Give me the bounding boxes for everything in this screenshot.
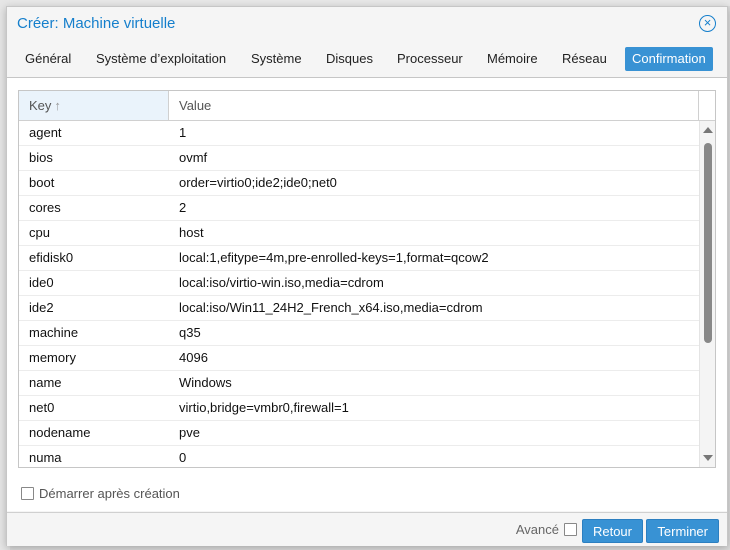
advanced-checkbox[interactable]: Avancé bbox=[516, 522, 577, 537]
finish-button[interactable]: Terminer bbox=[646, 519, 719, 543]
table-row[interactable]: nodename pve bbox=[19, 421, 699, 446]
row-key: machine bbox=[29, 325, 79, 340]
sort-ascending-icon: ↑ bbox=[54, 98, 61, 113]
table-row[interactable]: bios ovmf bbox=[19, 146, 699, 171]
row-key: net0 bbox=[29, 400, 55, 415]
tab-network[interactable]: Réseau bbox=[555, 47, 614, 71]
row-key: bios bbox=[29, 150, 53, 165]
tab-confirmation[interactable]: Confirmation bbox=[625, 47, 713, 71]
row-key: memory bbox=[29, 350, 76, 365]
row-key: efidisk0 bbox=[29, 250, 74, 265]
dialog-footer: Avancé Retour Terminer bbox=[7, 512, 727, 546]
row-value: 0 bbox=[179, 450, 187, 465]
tab-os[interactable]: Système d’exploitation bbox=[89, 47, 233, 71]
row-value: q35 bbox=[179, 325, 201, 340]
row-value: order=virtio0;ide2;ide0;net0 bbox=[179, 175, 337, 190]
table-row[interactable]: ide2 local:iso/Win11_24H2_French_x64.iso,… bbox=[19, 296, 699, 321]
checkbox-icon[interactable] bbox=[564, 523, 577, 536]
dialog-titlebar: Créer: Machine virtuelle × bbox=[7, 7, 727, 41]
row-value: virtio,bridge=vmbr0,firewall=1 bbox=[179, 400, 349, 415]
row-value: local:1,efitype=4m,pre-enrolled-keys=1,f… bbox=[179, 250, 489, 265]
table-row[interactable]: boot order=virtio0;ide2;ide0;net0 bbox=[19, 171, 699, 196]
row-value: 4096 bbox=[179, 350, 208, 365]
tab-memory[interactable]: Mémoire bbox=[480, 47, 545, 71]
start-after-create-label: Démarrer après création bbox=[39, 486, 180, 501]
row-key: cpu bbox=[29, 225, 50, 240]
table-row[interactable]: ide0 local:iso/virtio-win.iso,media=cdrom bbox=[19, 271, 699, 296]
grid-scrollbar[interactable] bbox=[699, 121, 715, 467]
checkbox-icon[interactable] bbox=[21, 487, 34, 500]
start-after-create-checkbox[interactable]: Démarrer après création bbox=[21, 486, 180, 502]
table-row[interactable]: cpu host bbox=[19, 221, 699, 246]
row-key: agent bbox=[29, 125, 62, 140]
row-value: pve bbox=[179, 425, 200, 440]
row-value: ovmf bbox=[179, 150, 208, 165]
grid-rows: agent 1 bios ovmf boot order=virtio0;ide2;i… bbox=[19, 121, 699, 467]
table-row[interactable]: numa 0 bbox=[19, 446, 699, 467]
row-value: host bbox=[179, 225, 204, 240]
column-header-value[interactable]: Value bbox=[169, 91, 699, 120]
table-row[interactable]: name Windows bbox=[19, 371, 699, 396]
tab-general[interactable]: Général bbox=[18, 47, 78, 71]
table-row[interactable]: memory 4096 bbox=[19, 346, 699, 371]
scroll-down-icon[interactable] bbox=[703, 455, 713, 461]
tab-system[interactable]: Système bbox=[244, 47, 309, 71]
table-row[interactable]: efidisk0 local:1,efitype=4m,pre-enrolled-… bbox=[19, 246, 699, 271]
close-icon[interactable]: × bbox=[699, 15, 716, 32]
row-key: ide2 bbox=[29, 300, 54, 315]
advanced-label: Avancé bbox=[515, 522, 559, 537]
column-header-key[interactable]: Key ↑ bbox=[19, 91, 169, 120]
confirmation-panel: Key ↑ Value agent 1 bios ovmf boot order=vir… bbox=[7, 77, 727, 511]
row-key: boot bbox=[29, 175, 55, 190]
scroll-thumb[interactable] bbox=[704, 143, 712, 343]
row-value: local:iso/Win11_24H2_French_x64.iso,medi… bbox=[179, 300, 483, 315]
tab-bar: Général Système d’exploitation Système D… bbox=[7, 47, 727, 73]
config-grid: Key ↑ Value agent 1 bios ovmf boot order=vir… bbox=[18, 90, 716, 468]
row-value: Windows bbox=[179, 375, 232, 390]
row-value: 1 bbox=[179, 125, 187, 140]
create-vm-dialog: Créer: Machine virtuelle × Général Systè… bbox=[6, 6, 728, 546]
tab-disks[interactable]: Disques bbox=[319, 47, 380, 71]
back-button[interactable]: Retour bbox=[581, 519, 643, 543]
grid-header: Key ↑ Value bbox=[19, 91, 715, 121]
row-key: name bbox=[29, 375, 62, 390]
row-value: local:iso/virtio-win.iso,media=cdrom bbox=[179, 275, 384, 290]
scroll-up-icon[interactable] bbox=[703, 127, 713, 133]
row-key: nodename bbox=[29, 425, 91, 440]
row-key: numa bbox=[29, 450, 62, 465]
row-key: cores bbox=[29, 200, 61, 215]
table-row[interactable]: cores 2 bbox=[19, 196, 699, 221]
table-row[interactable]: machine q35 bbox=[19, 321, 699, 346]
table-row[interactable]: agent 1 bbox=[19, 121, 699, 146]
row-value: 2 bbox=[179, 200, 187, 215]
table-row[interactable]: net0 virtio,bridge=vmbr0,firewall=1 bbox=[19, 396, 699, 421]
row-key: ide0 bbox=[29, 275, 54, 290]
tab-cpu[interactable]: Processeur bbox=[390, 47, 470, 71]
dialog-title: Créer: Machine virtuelle bbox=[17, 15, 176, 32]
